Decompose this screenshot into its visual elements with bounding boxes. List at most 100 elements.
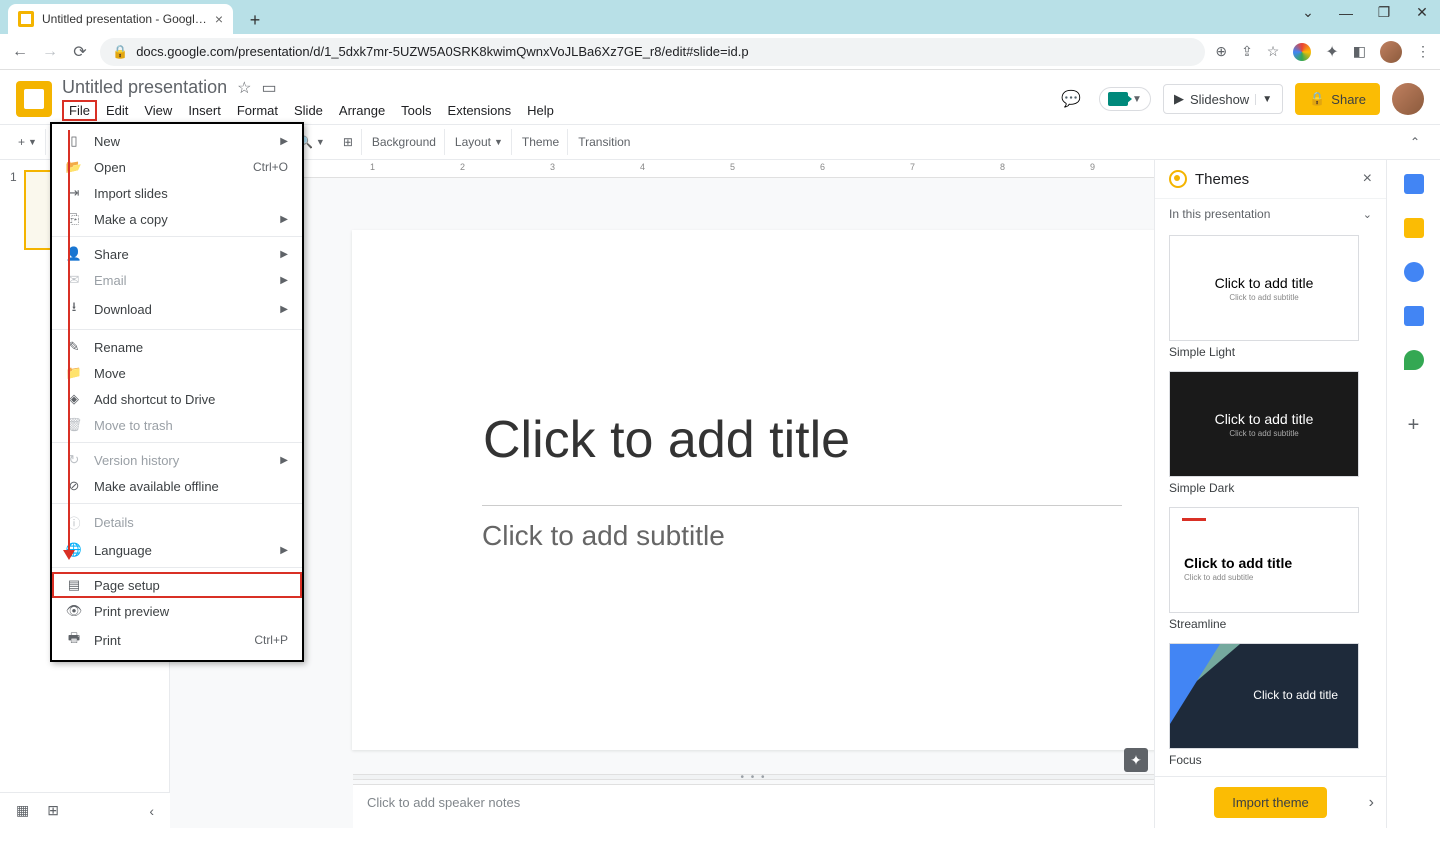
new-slide-button[interactable]: + ▼: [10, 129, 46, 155]
profile-avatar[interactable]: [1380, 41, 1402, 63]
contacts-icon[interactable]: [1404, 306, 1424, 326]
background-button[interactable]: Background: [364, 129, 445, 155]
chevron-down-icon[interactable]: ⌄: [1298, 4, 1318, 21]
chrome-menu-icon[interactable]: ⋮: [1416, 43, 1430, 60]
caret-down-icon[interactable]: ▼: [1255, 94, 1272, 105]
extension-icon[interactable]: [1293, 43, 1311, 61]
subtitle-placeholder[interactable]: Click to add subtitle: [482, 505, 1122, 565]
menu-extensions[interactable]: Extensions: [441, 100, 519, 121]
calendar-icon[interactable]: [1404, 174, 1424, 194]
menu-tools[interactable]: Tools: [394, 100, 438, 121]
menu-item-make-copy[interactable]: ⎘Make a copy▶: [52, 206, 302, 232]
grid-icon[interactable]: ⊞: [47, 802, 59, 819]
share-label: Share: [1331, 92, 1366, 107]
comments-icon[interactable]: 💬: [1055, 83, 1087, 115]
close-tab-icon[interactable]: ×: [215, 11, 223, 27]
slide-canvas[interactable]: Click to add title Click to add subtitle: [352, 230, 1154, 750]
menu-item-move[interactable]: 📁Move: [52, 360, 302, 386]
menu-item-print-preview[interactable]: 👁Print preview: [52, 598, 302, 624]
menu-item-add-shortcut[interactable]: ◈Add shortcut to Drive: [52, 386, 302, 412]
sidepanel-icon[interactable]: ◧: [1353, 43, 1366, 60]
doc-title[interactable]: Untitled presentation: [62, 77, 227, 98]
menu-help[interactable]: Help: [520, 100, 561, 121]
textbox-button[interactable]: ⊞: [335, 129, 362, 155]
theme-button[interactable]: Theme: [514, 129, 568, 155]
submenu-arrow-icon: ▶: [280, 304, 288, 315]
next-theme-icon[interactable]: ›: [1369, 794, 1374, 812]
menu-item-new[interactable]: ▯New▶: [52, 128, 302, 154]
menu-item-open[interactable]: 📂OpenCtrl+O: [52, 154, 302, 180]
reload-button[interactable]: ⟳: [70, 42, 90, 62]
import-theme-button[interactable]: Import theme: [1214, 787, 1327, 818]
subtitle-text: Click to add subtitle: [482, 520, 725, 551]
notes-drag-handle[interactable]: • • •: [353, 774, 1154, 780]
meet-button[interactable]: ▼: [1099, 87, 1151, 111]
transition-button[interactable]: Transition: [570, 129, 638, 155]
menu-file[interactable]: File: [62, 100, 97, 121]
themes-icon: [1169, 170, 1187, 188]
maps-icon[interactable]: [1404, 350, 1424, 370]
menu-arrange[interactable]: Arrange: [332, 100, 392, 121]
canvas-area: 1 2 3 4 5 6 7 8 9 Click to add title Cli…: [170, 160, 1154, 828]
title-text: Click to add title: [483, 410, 850, 470]
menu-item-email: ✉Email▶: [52, 267, 302, 293]
slideshow-button[interactable]: ▶ Slideshow ▼: [1163, 84, 1283, 114]
filmstrip-footer: ▦ ⊞ ‹: [0, 792, 170, 828]
star-icon[interactable]: ☆: [237, 78, 251, 98]
submenu-arrow-icon: ▶: [280, 249, 288, 260]
menu-item-offline[interactable]: ⊘Make available offline: [52, 473, 302, 499]
tasks-icon[interactable]: [1404, 262, 1424, 282]
minimize-icon[interactable]: —: [1336, 5, 1356, 21]
menu-item-rename[interactable]: ✎Rename: [52, 334, 302, 360]
meet-icon: [1108, 92, 1128, 106]
browser-tab[interactable]: Untitled presentation - Google Sl ×: [8, 4, 233, 34]
move-doc-icon[interactable]: ▭: [261, 78, 276, 98]
theme-item[interactable]: Click to add titleClick to add subtitle …: [1169, 371, 1372, 495]
slides-logo[interactable]: [16, 81, 52, 117]
back-button[interactable]: ←: [10, 43, 30, 61]
themes-title: Themes: [1195, 171, 1355, 188]
add-addon-icon[interactable]: +: [1408, 414, 1420, 437]
keep-icon[interactable]: [1404, 218, 1424, 238]
slides-favicon: [18, 11, 34, 27]
layout-button[interactable]: Layout▼: [447, 129, 512, 155]
menu-edit[interactable]: Edit: [99, 100, 135, 121]
speaker-notes[interactable]: Click to add speaker notes: [353, 784, 1154, 828]
preview-icon: 👁: [66, 603, 82, 619]
filmstrip-icon[interactable]: ▦: [16, 802, 29, 819]
collapse-toolbar-icon[interactable]: ⌃: [1400, 131, 1430, 153]
menu-slide[interactable]: Slide: [287, 100, 330, 121]
zoom-icon[interactable]: ⊕: [1215, 43, 1227, 60]
menu-item-language[interactable]: 🌐Language▶: [52, 537, 302, 563]
close-themes-icon[interactable]: ×: [1363, 170, 1372, 188]
theme-item[interactable]: Click to add titleClick to add subtitle …: [1169, 235, 1372, 359]
menu-item-page-setup[interactable]: ▤Page setup: [52, 572, 302, 598]
menu-item-details: ⓘDetails: [52, 508, 302, 537]
menu-insert[interactable]: Insert: [181, 100, 228, 121]
explore-button[interactable]: ✦: [1124, 748, 1148, 772]
menu-item-share[interactable]: 👤Share▶: [52, 241, 302, 267]
menu-item-print[interactable]: 🖶PrintCtrl+P: [52, 624, 302, 656]
menu-item-move-trash: 🗑Move to trash: [52, 412, 302, 438]
theme-item[interactable]: Click to add titleClick to add subtitle …: [1169, 507, 1372, 631]
maximize-icon[interactable]: ❐: [1374, 4, 1394, 21]
url-input[interactable]: 🔒 docs.google.com/presentation/d/1_5dxk7…: [100, 38, 1205, 66]
themes-subheader[interactable]: In this presentation ⌄: [1155, 199, 1386, 229]
menu-item-download[interactable]: ⭳Download▶: [52, 293, 302, 325]
menu-format[interactable]: Format: [230, 100, 285, 121]
theme-label: Streamline: [1169, 617, 1372, 631]
extensions-icon[interactable]: ✦: [1325, 42, 1338, 62]
bookmark-icon[interactable]: ☆: [1267, 43, 1280, 60]
menu-item-import-slides[interactable]: ⇥Import slides: [52, 180, 302, 206]
theme-item[interactable]: Click to add title Focus: [1169, 643, 1372, 767]
new-tab-button[interactable]: +: [241, 6, 269, 34]
collapse-filmstrip-icon[interactable]: ‹: [149, 803, 154, 819]
share-url-icon[interactable]: ⇪: [1241, 43, 1253, 60]
title-placeholder[interactable]: Click to add title: [482, 385, 1122, 495]
address-bar: ← → ⟳ 🔒 docs.google.com/presentation/d/1…: [0, 34, 1440, 70]
account-avatar[interactable]: [1392, 83, 1424, 115]
menu-view[interactable]: View: [137, 100, 179, 121]
close-window-icon[interactable]: ✕: [1412, 4, 1432, 21]
forward-button[interactable]: →: [40, 43, 60, 61]
share-button[interactable]: 🔒 Share: [1295, 83, 1380, 115]
